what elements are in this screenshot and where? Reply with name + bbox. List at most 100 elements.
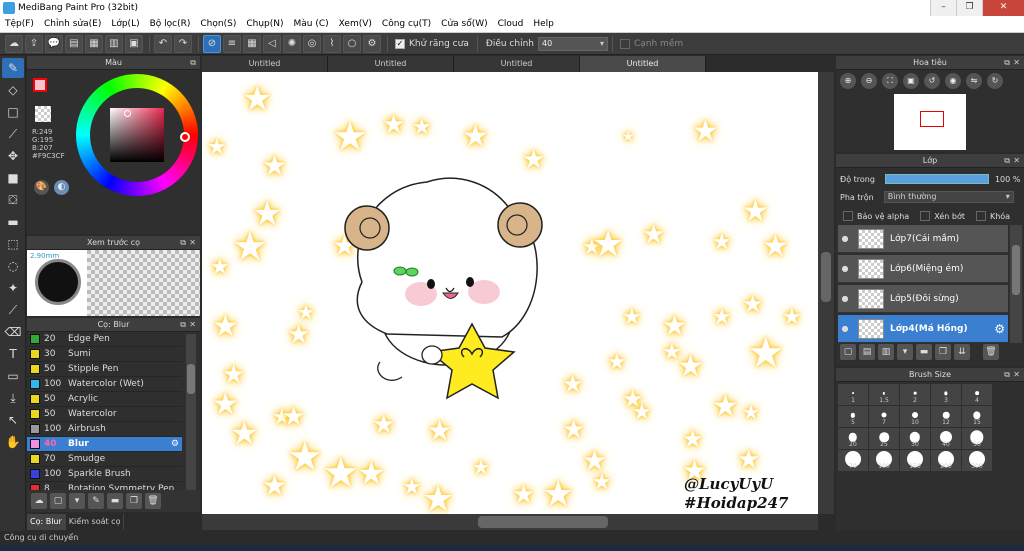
brush-list-item[interactable]: 30 Sumi [27,347,182,362]
brush-size-cell[interactable]: 200 [931,450,961,471]
brush-list-item[interactable]: 100 Airbrush [27,422,182,437]
brush-list-item[interactable]: 50 Watercolor [27,407,182,422]
brush-list-item[interactable]: 100 Watercolor (Wet) [27,377,182,392]
brush-size-cell[interactable]: 150 [900,450,930,471]
panel-close-icon[interactable]: ✕ [1013,56,1020,70]
new-layer-icon[interactable]: ▢ [840,344,856,360]
redo-icon[interactable]: ↷ [174,34,192,53]
brush-list-item[interactable]: 70 Smudge [27,452,182,467]
minimize-button[interactable]: – [930,0,956,16]
brush-size-cell[interactable]: 25 [869,428,899,449]
document-icon[interactable]: ▦ [85,34,103,53]
brush-size-cell[interactable]: 15 [962,406,992,427]
share-icon[interactable]: ⇪ [25,34,43,53]
brush-size-cell[interactable]: 300 [962,450,992,471]
edit-brush-icon[interactable]: ✎ [88,493,104,509]
parallel-snap-icon[interactable]: ≡ [223,34,241,53]
brush-list-item[interactable]: 50 Stipple Pen [27,362,182,377]
new-brush-icon[interactable]: ▢ [50,493,66,509]
brush-settings-gear-icon[interactable]: ⚙ [171,439,179,449]
panel-close-icon[interactable]: ✕ [189,236,196,250]
fill-rect-tool-icon[interactable]: ■ [2,168,24,188]
hue-wheel[interactable] [76,74,198,196]
transparent-color-swatch[interactable] [35,106,51,122]
text-tool-icon[interactable]: T [2,344,24,364]
visibility-icon[interactable]: ● [838,294,852,303]
menu-file[interactable]: Tệp(F) [0,19,39,29]
correction-combo[interactable]: 40 [537,36,608,51]
add-brush-menu-icon[interactable]: ▾ [69,493,85,509]
document-tab[interactable]: Untitled [202,56,328,72]
brush-size-cell[interactable]: 30 [900,428,930,449]
brush-size-cell[interactable]: 20 [838,428,868,449]
protect-alpha-checkbox[interactable] [843,211,853,221]
folder-icon[interactable]: ▬ [107,493,123,509]
close-button[interactable]: ✕ [982,0,1024,16]
zoom-out-icon[interactable]: ⊖ [861,73,877,89]
frame-icon[interactable]: ▣ [125,34,143,53]
panel-popout-icon[interactable]: ⧉ [1004,368,1010,382]
navigator-preview[interactable] [894,94,966,150]
zoom-in-icon[interactable]: ⊕ [840,73,856,89]
fit-screen-icon[interactable]: ⛶ [882,73,898,89]
delete-brush-icon[interactable]: 🗑 [145,493,161,509]
menu-layer[interactable]: Lớp(L) [106,19,144,29]
concentric-snap-icon[interactable]: ◎ [303,34,321,53]
flip-icon[interactable]: ⇋ [966,73,982,89]
layer-row[interactable]: ● Lớp6(Miệng ém) [838,255,1008,283]
brush-size-cell[interactable]: 5 [838,406,868,427]
layer-list-scrollbar[interactable] [1010,225,1022,343]
color-mode-icon[interactable]: ◐ [54,180,69,195]
new-8bit-layer-icon[interactable]: ▥ [878,344,894,360]
lasso-tool-icon[interactable]: ◌ [2,256,24,276]
layer-row[interactable]: ● Lớp5(Đôi sừng) [838,285,1008,313]
duplicate-brush-icon[interactable]: ❐ [126,493,142,509]
brush-size-cell[interactable]: 2 [900,384,930,405]
layer-row[interactable]: ● Lớp7(Cái mầm) [838,225,1008,253]
canvas-horizontal-scrollbar[interactable] [202,514,818,530]
menu-view[interactable]: Xem(V) [334,19,377,29]
menu-help[interactable]: Help [528,19,559,29]
move-tool-icon[interactable]: ✥ [2,146,24,166]
eyedropper-tool-icon[interactable]: ⤓ [2,388,24,408]
visibility-icon[interactable]: ● [838,324,852,333]
panel-popout-icon[interactable]: ⧉ [180,236,186,250]
hue-picker-dot[interactable] [180,132,190,142]
visibility-icon[interactable]: ● [838,234,852,243]
brush-size-cell[interactable]: 1.5 [869,384,899,405]
document-tab[interactable]: Untitled [454,56,580,72]
comment-icon[interactable]: 💬 [45,34,63,53]
actual-size-icon[interactable]: ▣ [903,73,919,89]
layer-row-selected[interactable]: ● Lớp4(Má Hồng) ⚙ [838,315,1008,343]
brush-size-cell[interactable]: 70 [838,450,868,471]
brush-list-item[interactable]: 100 Sparkle Brush [27,467,182,482]
menu-edit[interactable]: Chỉnh sửa(E) [39,19,106,29]
menu-color[interactable]: Màu (C) [289,19,334,29]
menu-tools[interactable]: Công cụ(T) [377,19,436,29]
saturation-square[interactable] [110,108,164,162]
clipping-checkbox[interactable] [920,211,931,221]
select-pen-tool-icon[interactable]: ⟋ [2,300,24,320]
panel-popout-icon[interactable]: ⧉ [190,56,196,70]
select-tool-icon[interactable]: ⬚ [2,234,24,254]
crosshatch-snap-icon[interactable]: ▦ [243,34,261,53]
brush-list-item[interactable]: 20 Edge Pen [27,332,182,347]
brush-size-cell[interactable]: 100 [869,450,899,471]
menu-snap[interactable]: Chụp(N) [241,19,288,29]
tab-brush-control[interactable]: Kiểm soát cọ [66,514,125,530]
panel-close-icon[interactable]: ✕ [1013,368,1020,382]
brush-size-cell[interactable]: 12 [931,406,961,427]
brush-size-cell[interactable]: 10 [900,406,930,427]
brush-list-item[interactable]: 50 Acrylic [27,392,182,407]
brush-size-cell[interactable]: 4 [962,384,992,405]
tab-brush[interactable]: Cọ: Blur [27,514,66,530]
gradient-tool-icon[interactable]: ▬ [2,212,24,232]
add-layer-menu-icon[interactable]: ▾ [897,344,913,360]
brush-size-cell[interactable]: 1 [838,384,868,405]
foreground-color-swatch[interactable] [33,78,47,92]
menu-filter[interactable]: Bộ lọc(R) [145,19,196,29]
layer-settings-gear-icon[interactable]: ⚙ [994,322,1005,336]
drawing-canvas[interactable]: ★ ★ ★ ★ ★ ★ ★ ★ ★ ★ ★ ★ ★ ★ ★ ★ ★ ★ ★ ★ ★ ★ ★ ★ ★ ★ ★ ★ ★ ★ ★ ★ ★ ★ ★ ★ ★ ★ ★ ★… [202,72,818,514]
brush-size-cell[interactable]: 40 [931,428,961,449]
circle-snap-icon[interactable]: ○ [343,34,361,53]
